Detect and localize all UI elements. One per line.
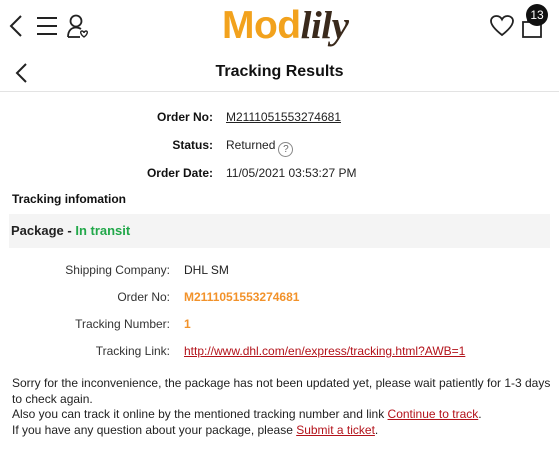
tracking-number-row: Tracking Number: 1 [0,315,559,333]
back-arrow-icon[interactable] [8,13,24,39]
continue-to-track-link[interactable]: Continue to track [388,407,479,421]
notice-line-2-end: . [478,407,482,421]
tracking-link-label: Tracking Link: [95,344,170,358]
summary-order-date-label: Order Date: [146,166,213,180]
summary-order-no-row: Order No: M2111051553274681 [0,108,559,126]
brand-logo[interactable]: Modlily [222,3,349,53]
logo-part-lily: lily [300,4,349,47]
notice-line-2-text: Also you can track it online by the ment… [12,407,388,421]
notice-line-3-end: . [374,422,379,437]
tracking-number-value: 1 [184,317,191,331]
help-icon[interactable]: ? [278,142,294,157]
shipping-company-value: DHL SM [184,263,229,277]
summary-status-value-wrap: Returned? [226,136,294,157]
tracking-order-no-label: Order No: [117,290,170,304]
package-status-bar: Package - In transit [9,214,550,248]
tracking-link[interactable]: http://www.dhl.com/en/express/tracking.h… [184,342,465,360]
summary-order-no-value[interactable]: M2111051553274681 [226,108,341,126]
tracking-order-no-value: M2111051553274681 [184,290,300,304]
page-title-bar: Tracking Results [0,52,559,92]
summary-status-label: Status: [172,138,213,152]
package-label: Package [11,223,64,238]
summary-status-row: Status: Returned? [0,136,559,157]
package-separator: - [63,223,76,238]
cart-count-badge: 13 [526,4,548,26]
summary-order-no-label: Order No: [156,110,213,124]
menu-icon[interactable] [36,15,58,37]
notice-line-3-text: If you have any question about your pack… [12,422,297,437]
user-icon[interactable] [66,13,90,39]
shipping-company-row: Shipping Company: DHL SM [0,261,559,279]
logo-part-mod: Mod [222,4,301,47]
tracking-link-row: Tracking Link: http://www.dhl.com/en/exp… [0,342,559,360]
heart-icon[interactable] [489,14,515,38]
package-status: In transit [75,223,131,238]
tracking-notice: Sorry for the inconvenience, the package… [12,376,552,438]
summary-status-value: Returned [226,138,276,152]
top-nav-bar: Modlily 13 [0,0,559,52]
notice-line-2: Also you can track it online by the ment… [12,407,552,423]
summary-order-date-value: 11/05/2021 03:53:27 PM [226,166,357,180]
tracking-order-no-row: Order No: M2111051553274681 [0,288,559,306]
shipping-company-label: Shipping Company: [65,263,170,277]
tracking-number-label: Tracking Number: [75,317,170,331]
notice-line-1: Sorry for the inconvenience, the package… [12,376,551,406]
submit-ticket-link[interactable]: Submit a ticket [296,423,375,437]
tracking-section-title: Tracking infomation [12,192,127,206]
notice-line-3: If you have any question about your pack… [12,423,552,439]
page-title: Tracking Results [215,63,344,80]
summary-order-date-row: Order Date: 11/05/2021 03:53:27 PM [0,164,559,182]
